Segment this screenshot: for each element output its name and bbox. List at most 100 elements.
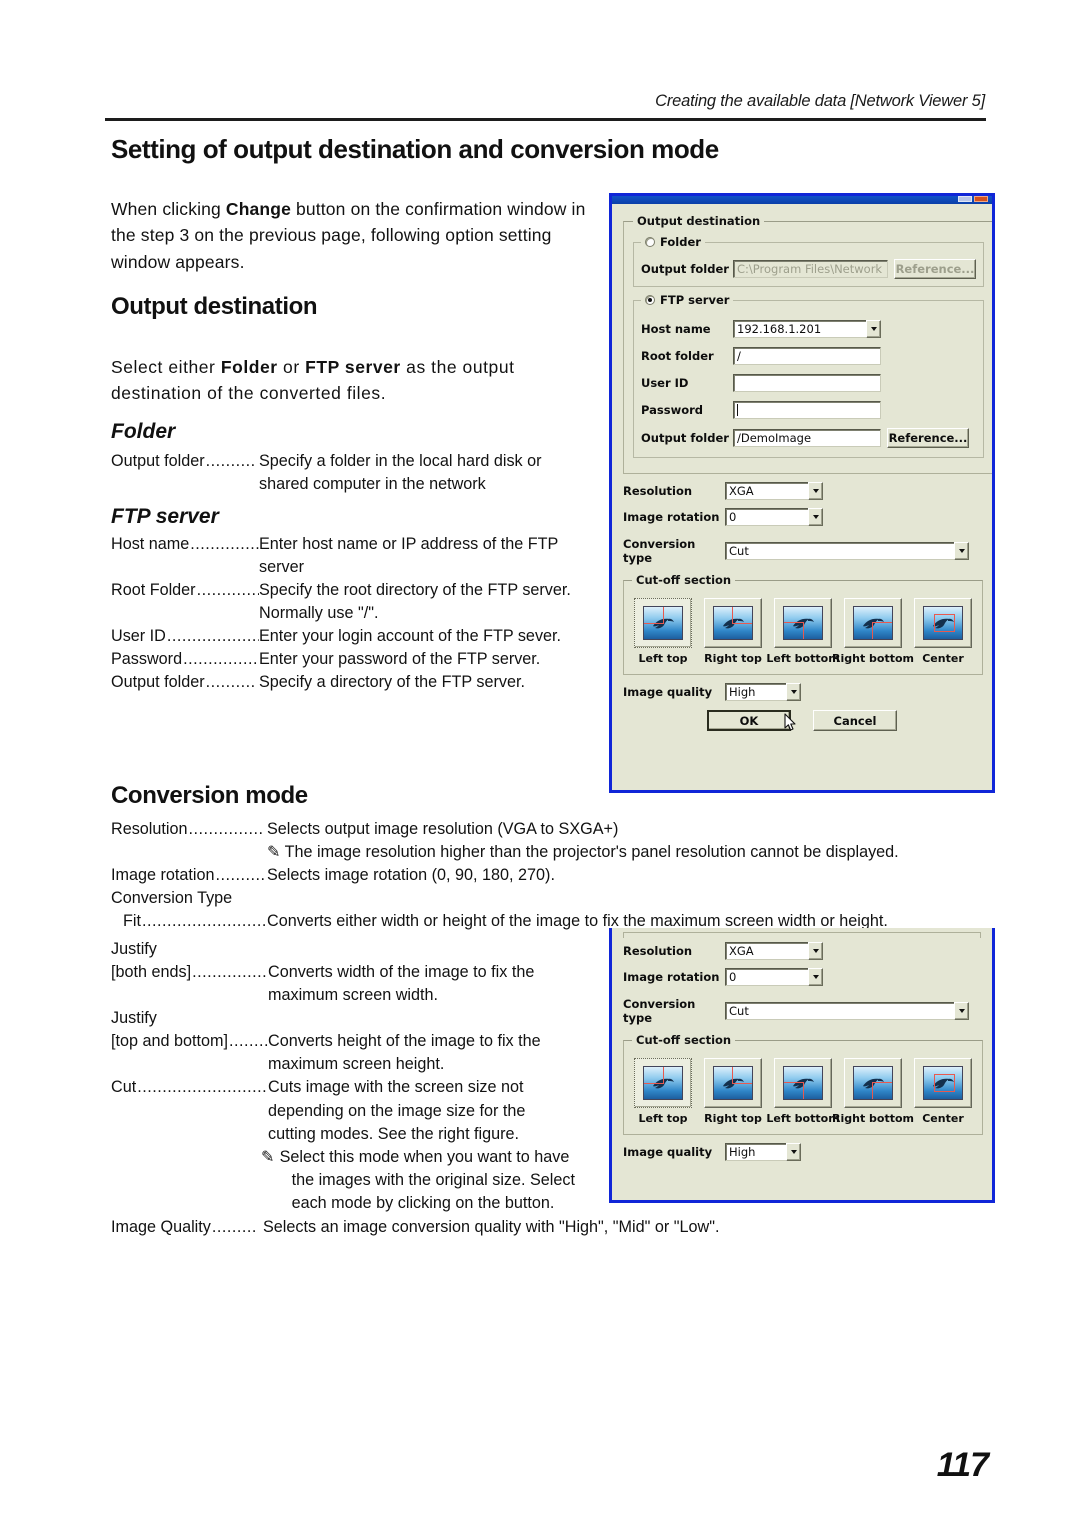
chevron-down-icon[interactable] bbox=[954, 1002, 969, 1020]
folder-definition-list: Output folder.......... Specify a folder… bbox=[111, 450, 611, 496]
image-rotation-value[interactable]: 0 bbox=[725, 508, 808, 526]
ftp-output-folder-input[interactable]: /DemoImage bbox=[733, 429, 881, 447]
host-name-input[interactable]: 192.168.1.201 bbox=[733, 320, 866, 338]
image-quality-label: Image quality bbox=[623, 1145, 713, 1159]
chevron-down-icon[interactable] bbox=[786, 683, 801, 701]
cutoff-option-left-top[interactable]: Left top bbox=[632, 598, 694, 665]
cutoff-label: Right bottom bbox=[832, 652, 915, 665]
image-quality-combo[interactable]: High bbox=[725, 683, 801, 701]
conversion-type-row: Conversion type Cut bbox=[623, 537, 981, 565]
resolution-value[interactable]: XGA bbox=[725, 482, 808, 500]
resolution-combo[interactable]: XGA bbox=[725, 942, 823, 960]
chevron-down-icon[interactable] bbox=[866, 320, 881, 338]
conversion-type-value[interactable]: Cut bbox=[725, 1002, 954, 1020]
intro-bold-change: Change bbox=[225, 198, 291, 219]
close-icon[interactable] bbox=[974, 196, 988, 202]
resolution-note-text: The image resolution higher than the pro… bbox=[284, 842, 899, 861]
dolphin-icon bbox=[721, 1077, 745, 1091]
image-rotation-combo[interactable]: 0 bbox=[725, 508, 823, 526]
cutoff-button[interactable] bbox=[774, 1058, 832, 1108]
cutoff-section-group: Cut-off section Left top Right top Left … bbox=[623, 1033, 983, 1135]
folder-output-folder-input[interactable]: C:\Program Files\Network bbox=[733, 260, 888, 278]
window-controls[interactable] bbox=[958, 196, 988, 202]
folder-output-folder-row: Output folder C:\Program Files\Network R… bbox=[641, 259, 976, 279]
conversion-type-combo[interactable]: Cut bbox=[725, 542, 969, 560]
definition-desc: Enter your password of the FTP server. bbox=[259, 649, 541, 668]
cutoff-option-left-bottom[interactable]: Left bottom bbox=[766, 1058, 840, 1125]
folder-radio-icon[interactable] bbox=[645, 237, 655, 247]
cutoff-button[interactable] bbox=[844, 598, 902, 648]
definition-row: Password.................. Enter your pa… bbox=[111, 648, 611, 671]
dolphin-thumbnail bbox=[783, 1066, 823, 1100]
intro-text-1: When clicking bbox=[111, 198, 226, 219]
cutoff-option-right-top[interactable]: Right top bbox=[702, 598, 764, 665]
cutoff-button[interactable] bbox=[774, 598, 832, 648]
image-rotation-combo[interactable]: 0 bbox=[725, 968, 823, 986]
chevron-down-icon[interactable] bbox=[808, 482, 823, 500]
image-rotation-label: Image rotation bbox=[623, 510, 720, 524]
cancel-button[interactable]: Cancel bbox=[813, 710, 897, 731]
definition-cont: shared computer in the network bbox=[259, 474, 486, 493]
cutoff-button[interactable] bbox=[634, 598, 692, 648]
folder-reference-button[interactable]: Reference... bbox=[894, 259, 976, 279]
conversion-type-label: Conversion type bbox=[623, 997, 696, 1025]
cutoff-label: Right bottom bbox=[832, 1112, 915, 1125]
image-quality-combo[interactable]: High bbox=[725, 1143, 801, 1161]
chevron-down-icon[interactable] bbox=[808, 968, 823, 986]
cutoff-label: Center bbox=[922, 1112, 964, 1125]
cutoff-section-label: Cut-off section bbox=[636, 573, 732, 587]
chevron-down-icon[interactable] bbox=[808, 508, 823, 526]
chevron-down-icon[interactable] bbox=[808, 942, 823, 960]
minimize-icon[interactable] bbox=[958, 196, 972, 202]
conversion-type-combo[interactable]: Cut bbox=[725, 1002, 969, 1020]
lead-bold-folder: Folder bbox=[220, 356, 278, 377]
ftp-radio[interactable]: FTP server bbox=[641, 293, 733, 307]
pencil-icon: ✎ bbox=[261, 1147, 275, 1166]
cutoff-option-center[interactable]: Center bbox=[912, 1058, 974, 1125]
definition-row: Image Quality......... Selects an image … bbox=[111, 1216, 991, 1239]
conversion-mode-figure-dialog[interactable]: Resolution XGA Image rotation 0 Conversi… bbox=[609, 928, 995, 1203]
image-quality-value[interactable]: High bbox=[725, 683, 786, 701]
cutoff-button[interactable] bbox=[914, 598, 972, 648]
cutoff-option-left-bottom[interactable]: Left bottom bbox=[766, 598, 840, 665]
ftp-radio-icon[interactable] bbox=[645, 295, 655, 305]
image-quality-value[interactable]: High bbox=[725, 1143, 786, 1161]
definition-row: Image rotation.......... Selects image r… bbox=[111, 864, 991, 887]
dolphin-thumbnail bbox=[783, 606, 823, 640]
cutoff-option-right-top[interactable]: Right top bbox=[702, 1058, 764, 1125]
cutoff-option-left-top[interactable]: Left top bbox=[632, 1058, 694, 1125]
root-folder-input[interactable]: / bbox=[733, 347, 881, 365]
cutoff-button[interactable] bbox=[844, 1058, 902, 1108]
resolution-combo[interactable]: XGA bbox=[725, 482, 823, 500]
definition-dots: .............. bbox=[196, 580, 259, 599]
output-destination-group-label: Output destination bbox=[637, 214, 761, 228]
chevron-down-icon[interactable] bbox=[786, 1143, 801, 1161]
image-rotation-value[interactable]: 0 bbox=[725, 968, 808, 986]
chevron-down-icon[interactable] bbox=[954, 542, 969, 560]
resolution-row: Resolution XGA bbox=[623, 482, 981, 500]
folder-radio[interactable]: Folder bbox=[641, 235, 705, 249]
ftp-reference-button[interactable]: Reference... bbox=[887, 428, 969, 448]
user-id-input[interactable] bbox=[733, 374, 881, 392]
cutoff-button[interactable] bbox=[704, 1058, 762, 1108]
conversion-type-value[interactable]: Cut bbox=[725, 542, 954, 560]
cutoff-button[interactable] bbox=[634, 1058, 692, 1108]
host-name-combo[interactable]: 192.168.1.201 bbox=[733, 320, 881, 338]
image-rotation-row: Image rotation 0 bbox=[623, 968, 981, 986]
cutoff-option-right-bottom[interactable]: Right bottom bbox=[832, 598, 914, 665]
dialog-titlebar[interactable] bbox=[612, 196, 992, 204]
output-settings-dialog[interactable]: Output destination Folder Output folder … bbox=[609, 193, 995, 793]
cutoff-button[interactable] bbox=[914, 1058, 972, 1108]
definition-cont: maximum screen width. bbox=[268, 986, 439, 1005]
page-number: 117 bbox=[936, 1446, 989, 1484]
cutoff-button[interactable] bbox=[704, 598, 762, 648]
image-quality-label: Image quality bbox=[623, 685, 713, 699]
cutoff-option-right-bottom[interactable]: Right bottom bbox=[832, 1058, 914, 1125]
text-caret bbox=[737, 404, 738, 416]
cutoff-option-center[interactable]: Center bbox=[912, 598, 974, 665]
conversion-type-row: Conversion type Cut bbox=[623, 997, 981, 1025]
cutoff-label: Left bottom bbox=[766, 1112, 840, 1125]
password-input[interactable] bbox=[733, 401, 881, 419]
ok-button[interactable]: OK bbox=[707, 710, 791, 731]
resolution-value[interactable]: XGA bbox=[725, 942, 808, 960]
